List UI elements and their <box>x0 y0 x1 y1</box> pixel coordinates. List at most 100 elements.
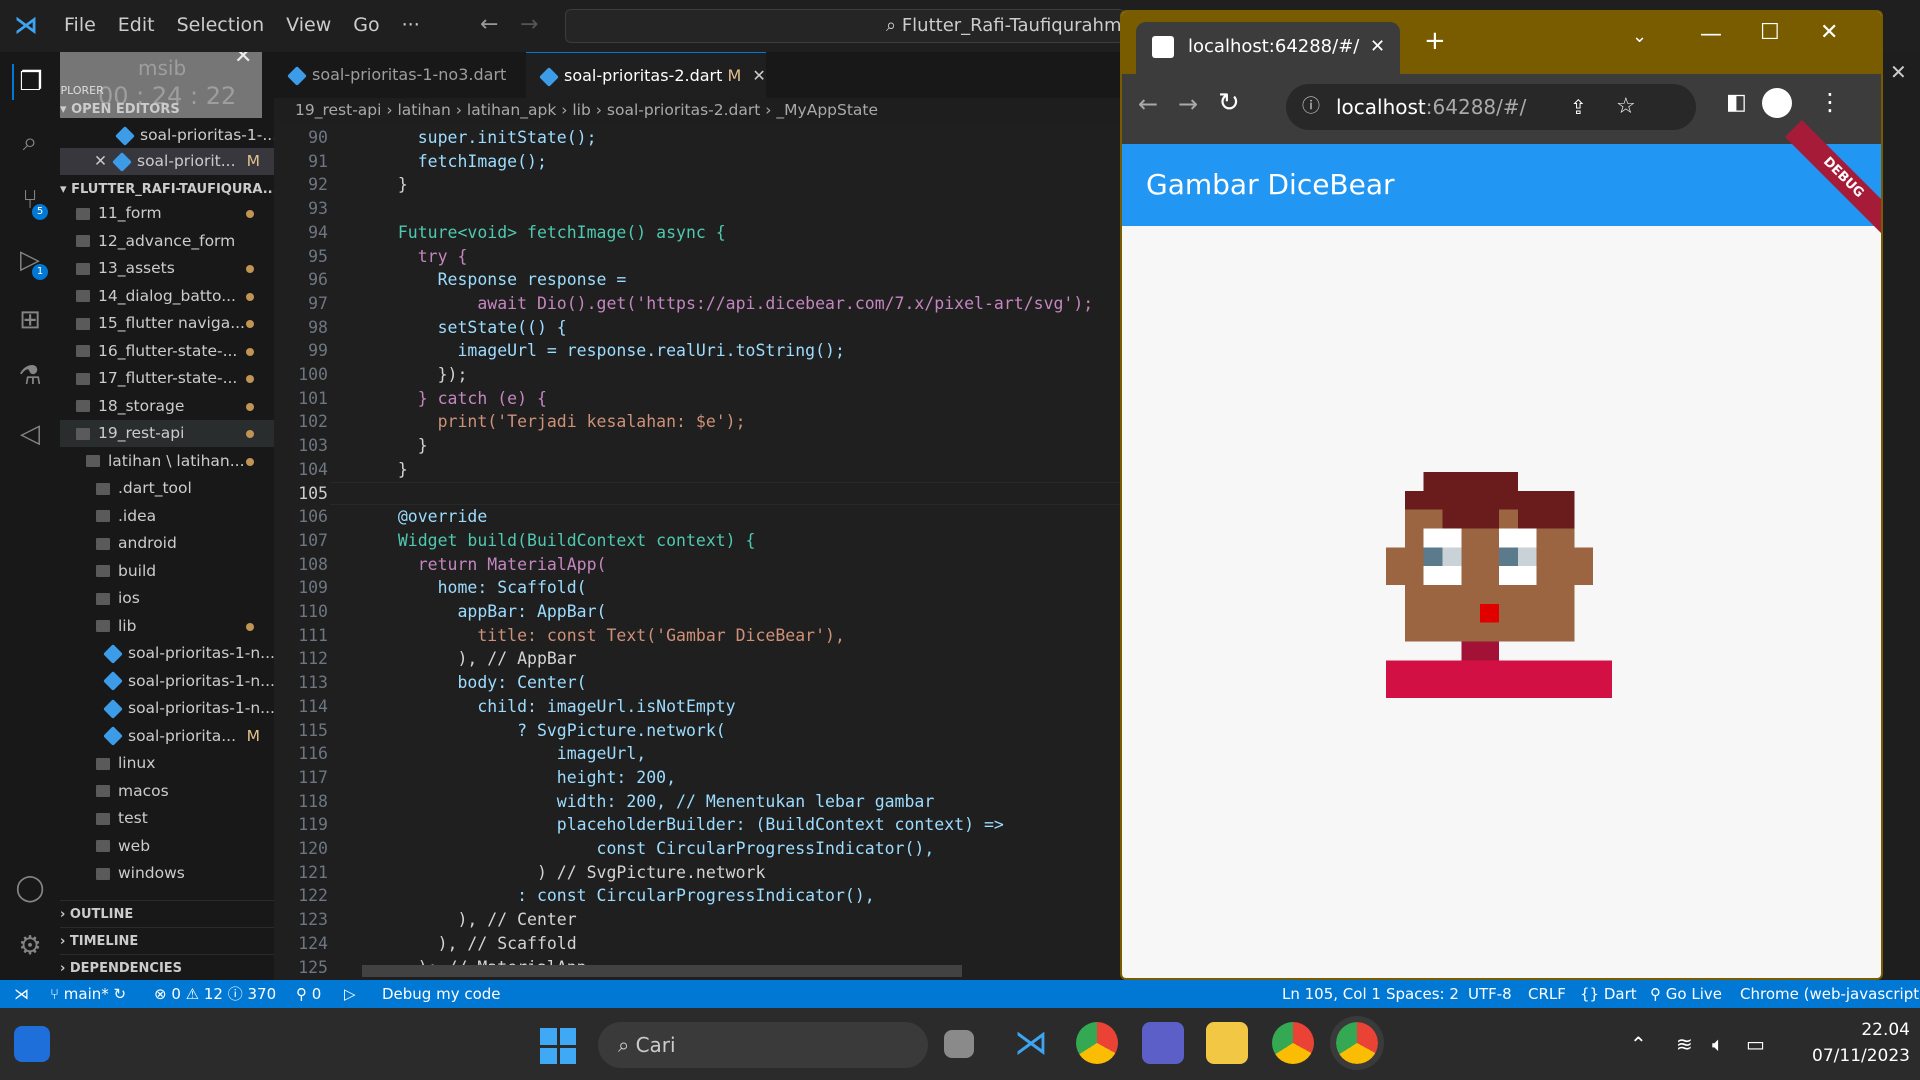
search-icon[interactable]: ⌕ <box>12 124 48 160</box>
tab-close-icon[interactable]: ✕ <box>752 66 765 85</box>
ports-indicator[interactable]: ⚲ 0 <box>296 980 321 1008</box>
breadcrumb-item[interactable]: lib <box>572 101 590 119</box>
clock-app-icon[interactable] <box>1142 1022 1184 1064</box>
tree-item[interactable]: 11_form <box>60 200 274 227</box>
menu-go[interactable]: Go <box>353 14 379 36</box>
tree-item[interactable]: 15_flutter naviga... <box>60 310 274 337</box>
breadcrumb-item[interactable]: 19_rest-api <box>295 101 381 119</box>
timer-close-icon[interactable]: ✕ <box>234 52 252 69</box>
dependencies-section[interactable]: › DEPENDENCIES <box>60 954 274 980</box>
flutter-icon[interactable]: ◁ <box>12 416 48 452</box>
address-bar[interactable]: ⓘ localhost:64288/#/ ⇪ ☆ <box>1286 84 1696 130</box>
menu-file[interactable]: File <box>64 14 96 36</box>
profile-icon[interactable] <box>1762 88 1792 118</box>
tree-item[interactable]: build <box>60 558 274 585</box>
tree-item[interactable]: web <box>60 833 274 860</box>
tray-chevron-icon[interactable]: ⌃ <box>1630 1032 1647 1056</box>
forward-icon[interactable]: → <box>1178 90 1198 118</box>
flutter-device[interactable]: Chrome (web-javascript) <box>1740 980 1920 1008</box>
share-icon[interactable]: ⇪ <box>1570 84 1587 130</box>
tree-item[interactable]: soal-priorita... M <box>60 723 274 750</box>
nav-back-icon[interactable]: ← <box>480 12 498 37</box>
tree-item[interactable]: android <box>60 530 274 557</box>
breadcrumb-item[interactable]: _MyAppState <box>776 101 878 119</box>
maximize-icon[interactable]: ☐ <box>1760 20 1780 45</box>
tree-item[interactable]: soal-prioritas-1-n... <box>60 668 274 695</box>
side-panel-icon[interactable]: ◧ <box>1726 90 1747 115</box>
breadcrumb-item[interactable]: latihan <box>398 101 451 119</box>
browser-tab[interactable]: localhost:64288/#/ ✕ <box>1136 22 1400 74</box>
tree-item[interactable]: soal-prioritas-1-n... <box>60 640 274 667</box>
breadcrumb-item[interactable]: latihan_apk <box>467 101 556 119</box>
tree-item[interactable]: 13_assets <box>60 255 274 282</box>
tree-item[interactable]: linux <box>60 750 274 777</box>
go-live-button[interactable]: ⚲ Go Live <box>1650 980 1722 1008</box>
nav-forward-icon[interactable]: → <box>520 12 538 37</box>
tree-item[interactable]: macos <box>60 778 274 805</box>
project-header[interactable]: ▾ FLUTTER_RAFI-TAUFIQURA... <box>60 176 274 203</box>
extensions-icon[interactable]: ⊞ <box>12 302 48 338</box>
open-editors-header[interactable]: ▾ OPEN EDITORS <box>60 96 274 123</box>
tree-item[interactable]: test <box>60 805 274 832</box>
start-menu-icon[interactable] <box>540 1028 576 1064</box>
chrome-icon[interactable] <box>1272 1022 1314 1064</box>
code-editor[interactable]: 90 super.initState(); 91 fetchImage(); 92 … <box>274 122 1120 980</box>
tree-item[interactable]: 17_flutter-state-... <box>60 365 274 392</box>
account-icon[interactable]: ◯ <box>12 870 48 906</box>
menu-edit[interactable]: Edit <box>118 14 155 36</box>
outline-section[interactable]: › OUTLINE <box>60 900 274 927</box>
tree-item[interactable]: 14_dialog_batto... <box>60 283 274 310</box>
taskbar-search[interactable]: ⌕ Cari <box>598 1022 928 1068</box>
browser-menu-icon[interactable]: ⋮ <box>1818 88 1842 116</box>
line-ending[interactable]: CRLF <box>1528 980 1566 1008</box>
wifi-icon[interactable]: ≋ <box>1676 1032 1693 1056</box>
branch-indicator[interactable]: ⑂ main* ↻ <box>50 980 126 1008</box>
tree-item[interactable]: .idea <box>60 503 274 530</box>
new-tab-icon[interactable]: + <box>1424 26 1446 56</box>
encoding[interactable]: UTF-8 <box>1468 980 1512 1008</box>
tree-item[interactable]: latihan \ latihan... <box>60 448 274 475</box>
indentation[interactable]: Spaces: 2 <box>1386 980 1459 1008</box>
breadcrumb-item[interactable]: soal-prioritas-2.dart <box>607 101 760 119</box>
file-explorer-icon[interactable] <box>1206 1022 1248 1064</box>
problems-indicator[interactable]: ⊗ 0 ⚠ 12 ⓘ 370 <box>154 980 276 1008</box>
tree-item[interactable]: windows <box>60 860 274 887</box>
tree-item[interactable]: 19_rest-api <box>60 420 274 447</box>
tab-soal-prioritas-2[interactable]: soal-prioritas-2.dart M ✕ <box>526 52 766 98</box>
menu-view[interactable]: View <box>286 14 331 36</box>
close-icon[interactable]: ✕ <box>94 152 107 170</box>
tree-item[interactable]: 12_advance_form <box>60 228 274 255</box>
vscode-taskbar-icon[interactable]: ⋊ <box>1010 1022 1052 1064</box>
open-editor-item[interactable]: soal-prioritas-1-... <box>60 122 274 149</box>
battery-icon[interactable]: ▭ <box>1746 1032 1765 1056</box>
explorer-icon[interactable]: ❐ <box>12 64 48 100</box>
remote-icon[interactable]: ⋊ <box>14 980 29 1008</box>
chrome-active-icon[interactable] <box>1330 1016 1384 1070</box>
clock-date[interactable]: 07/11/2023 <box>1780 1046 1910 1066</box>
reload-icon[interactable]: ↻ <box>1218 88 1240 118</box>
tree-item[interactable]: ios <box>60 585 274 612</box>
settings-gear-icon[interactable]: ⚙ <box>12 928 48 964</box>
tab-soal-prioritas-1[interactable]: soal-prioritas-1-no3.dart <box>274 52 524 98</box>
debug-config[interactable]: Debug my code <box>382 980 501 1008</box>
menu-more[interactable]: ··· <box>402 14 420 36</box>
horizontal-scrollbar[interactable] <box>362 965 962 977</box>
back-icon[interactable]: ← <box>1138 90 1158 118</box>
tree-item[interactable]: 18_storage <box>60 393 274 420</box>
open-editor-item-active[interactable]: ✕ soal-priorit... M <box>60 148 274 175</box>
language-mode[interactable]: {} Dart <box>1580 980 1637 1008</box>
tree-item[interactable]: .dart_tool <box>60 475 274 502</box>
widgets-icon[interactable] <box>14 1026 50 1062</box>
tab-close-icon[interactable]: ✕ <box>1370 22 1385 72</box>
testing-icon[interactable]: ⚗ <box>12 358 48 394</box>
bookmark-star-icon[interactable]: ☆ <box>1616 84 1636 130</box>
debug-icon[interactable]: ▷ <box>344 980 356 1008</box>
command-center[interactable]: ⌕ Flutter_Rafi-Taufiqurahman <box>565 9 1125 43</box>
close-window-icon[interactable]: ✕ <box>1820 20 1838 45</box>
chrome-profile-icon[interactable] <box>1076 1022 1118 1064</box>
site-info-icon[interactable]: ⓘ <box>1302 84 1320 130</box>
window-close-icon[interactable]: ✕ <box>1890 60 1907 84</box>
cursor-position[interactable]: Ln 105, Col 1 <box>1282 980 1381 1008</box>
tree-item[interactable]: 16_flutter-state-... <box>60 338 274 365</box>
tree-item[interactable]: lib <box>60 613 274 640</box>
